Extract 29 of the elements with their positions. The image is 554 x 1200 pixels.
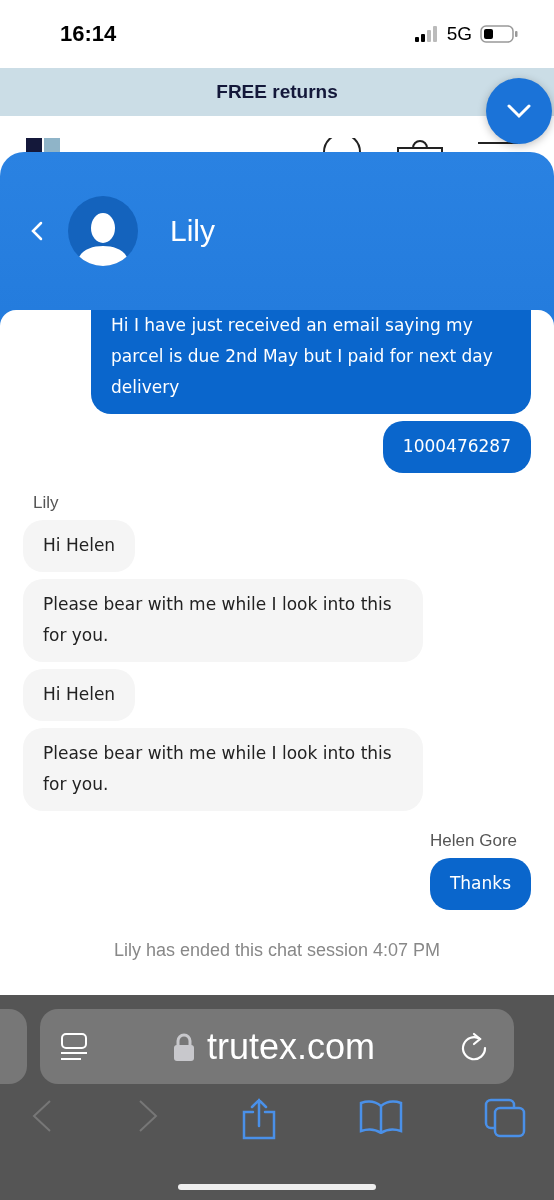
share-icon[interactable] <box>241 1098 277 1140</box>
sender-name: Helen Gore <box>430 831 517 851</box>
address-bar[interactable]: trutex.com <box>40 1009 514 1084</box>
tabs-icon[interactable] <box>484 1098 526 1138</box>
lock-icon <box>172 1031 195 1062</box>
reader-icon[interactable] <box>60 1032 88 1061</box>
url-text: trutex.com <box>206 1025 375 1068</box>
account-icon <box>322 138 362 152</box>
message-bubble: Please bear with me while I look into this for you. <box>23 579 423 662</box>
message-bubble: Hi I have just received an email saying my parcel is due 2nd May but I paid for next day delivery <box>91 310 531 414</box>
agent-name: Lily <box>170 214 215 248</box>
message-bubble: Hi Helen <box>23 669 136 721</box>
battery-icon <box>480 25 518 43</box>
message-bubble: Thanks <box>429 858 531 910</box>
promo-banner-text: FREE returns <box>216 81 338 103</box>
message-bubble: 1000476287 <box>382 421 531 473</box>
message-bubble: Please bear with me while I look into this for you. <box>23 728 423 811</box>
reload-icon[interactable] <box>460 1031 488 1062</box>
system-message: Lily has ended this chat session 4:07 PM <box>113 940 441 961</box>
back-icon[interactable] <box>30 220 44 242</box>
network-label: 5G <box>446 23 472 45</box>
chevron-down-icon <box>506 103 532 119</box>
logo-mark-icon <box>26 138 60 152</box>
clock-time: 16:14 <box>60 21 117 47</box>
bookmarks-icon[interactable] <box>358 1098 403 1134</box>
bag-icon <box>396 138 444 152</box>
message-bubble: Hi Helen <box>23 520 136 572</box>
sender-name: Lily <box>33 493 59 513</box>
signal-icon <box>414 26 439 42</box>
